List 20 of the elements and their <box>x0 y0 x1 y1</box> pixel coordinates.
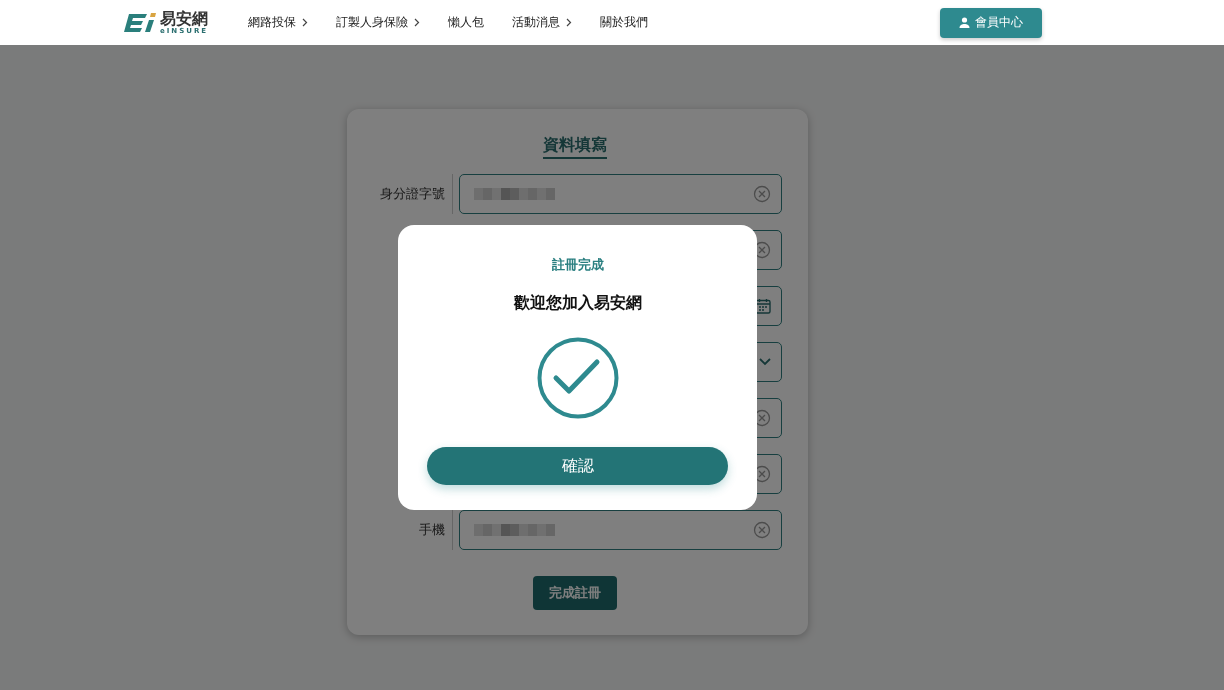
form-title: 資料填寫 <box>542 135 607 159</box>
nav-link[interactable]: 關於我們 <box>600 14 649 31</box>
logo-name: 易安網 <box>160 10 209 27</box>
field-label: 身分證字號 <box>379 185 445 203</box>
member-center-button[interactable]: 會員中心 <box>940 7 1042 38</box>
dialog-message: 歡迎您加入易安網 <box>513 293 642 314</box>
confirm-button[interactable]: 確認 <box>427 447 728 485</box>
nav-link[interactable]: 訂製人身保險 <box>336 14 421 31</box>
nav-link[interactable]: 懶人包 <box>448 14 485 31</box>
text-field[interactable] <box>459 510 782 550</box>
calendar-icon[interactable] <box>755 298 771 314</box>
user-icon <box>959 17 970 28</box>
check-circle-icon <box>536 337 619 419</box>
chevron-down-icon[interactable] <box>759 358 771 366</box>
nav-link[interactable]: 活動消息 <box>512 14 573 31</box>
nav-link[interactable]: 網路投保 <box>248 14 309 31</box>
text-field[interactable] <box>459 174 782 214</box>
logo-icon <box>123 11 156 34</box>
field-label: 手機 <box>418 521 445 539</box>
dialog-title: 註冊完成 <box>551 256 604 274</box>
